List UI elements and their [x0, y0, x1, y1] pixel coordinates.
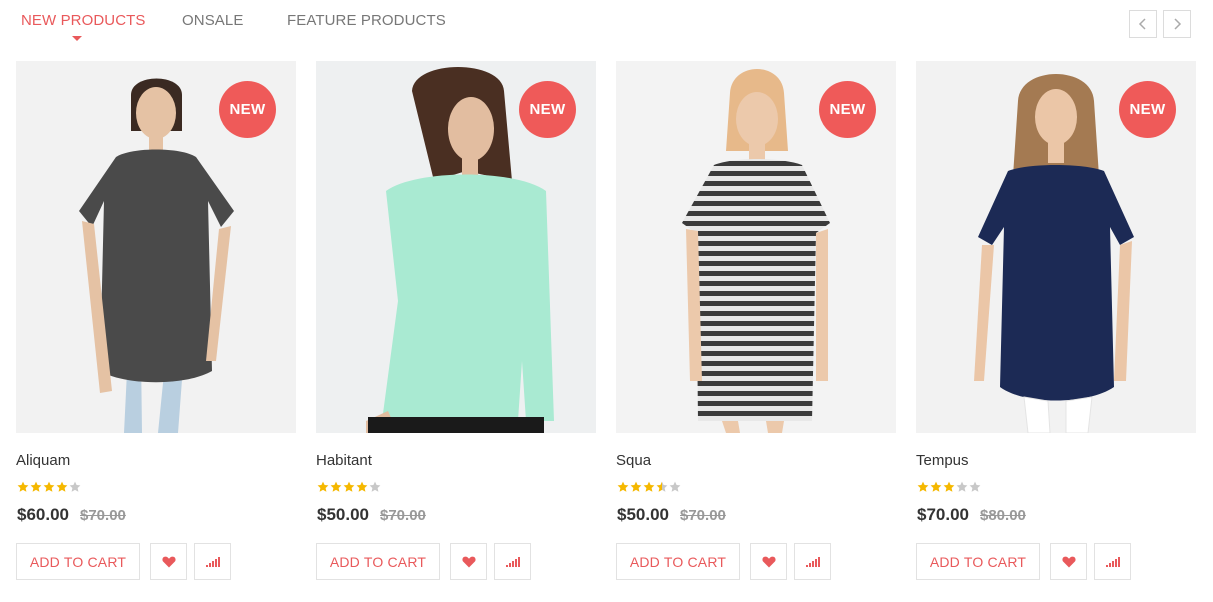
product-name[interactable]: Habitant: [316, 452, 372, 469]
wishlist-button[interactable]: [150, 543, 187, 580]
star-icon: [617, 481, 629, 492]
product-price: $60.00: [17, 505, 69, 524]
add-to-cart-button[interactable]: ADD TO CART: [616, 543, 740, 580]
star-icon: [330, 481, 342, 492]
star-icon: [43, 481, 55, 492]
star-icon: [656, 481, 668, 492]
new-badge: NEW: [1119, 81, 1176, 138]
product-old-price: $70.00: [380, 507, 426, 524]
bar-chart-icon: [505, 556, 520, 567]
star-icon: [917, 481, 929, 492]
product-price: $70.00: [917, 505, 969, 524]
heart-icon: [1061, 556, 1076, 567]
product-price: $50.00: [617, 505, 669, 524]
add-to-cart-button[interactable]: ADD TO CART: [16, 543, 140, 580]
star-icon: [56, 481, 68, 492]
product-grid: NEW Aliquam $60.00 $70.00 ADD TO CART NE…: [0, 0, 1213, 602]
heart-icon: [461, 556, 476, 567]
star-icon: [943, 481, 955, 492]
new-badge: NEW: [219, 81, 276, 138]
star-icon: [930, 481, 942, 492]
rating-stars: [617, 481, 681, 493]
product-name[interactable]: Tempus: [916, 452, 969, 469]
product-name[interactable]: Aliquam: [16, 452, 70, 469]
star-icon: [956, 481, 968, 492]
bar-chart-icon: [805, 556, 820, 567]
product-image[interactable]: NEW: [16, 61, 296, 433]
star-icon: [643, 481, 655, 492]
compare-button[interactable]: [1094, 543, 1131, 580]
add-to-cart-button[interactable]: ADD TO CART: [316, 543, 440, 580]
new-badge: NEW: [519, 81, 576, 138]
wishlist-button[interactable]: [1050, 543, 1087, 580]
compare-button[interactable]: [494, 543, 531, 580]
star-icon: [17, 481, 29, 492]
star-icon: [317, 481, 329, 492]
rating-stars: [317, 481, 381, 493]
product-card: NEW Tempus $70.00 $80.00 ADD TO CART: [916, 61, 1196, 591]
star-icon: [30, 481, 42, 492]
product-image[interactable]: NEW: [316, 61, 596, 433]
star-icon: [69, 481, 81, 492]
product-image[interactable]: NEW: [916, 61, 1196, 433]
bar-chart-icon: [1105, 556, 1120, 567]
add-to-cart-button[interactable]: ADD TO CART: [916, 543, 1040, 580]
star-icon: [669, 481, 681, 492]
product-name[interactable]: Squa: [616, 452, 651, 469]
new-badge: NEW: [819, 81, 876, 138]
star-icon: [343, 481, 355, 492]
bar-chart-icon: [205, 556, 220, 567]
product-price: $50.00: [317, 505, 369, 524]
heart-icon: [161, 556, 176, 567]
product-card: NEW Habitant $50.00 $70.00 ADD TO CART: [316, 61, 596, 591]
wishlist-button[interactable]: [750, 543, 787, 580]
star-icon: [369, 481, 381, 492]
product-old-price: $70.00: [80, 507, 126, 524]
rating-stars: [17, 481, 81, 493]
wishlist-button[interactable]: [450, 543, 487, 580]
compare-button[interactable]: [794, 543, 831, 580]
rating-stars: [917, 481, 981, 493]
star-icon: [630, 481, 642, 492]
product-card: NEW Aliquam $60.00 $70.00 ADD TO CART: [16, 61, 296, 591]
product-image[interactable]: NEW: [616, 61, 896, 433]
star-icon: [356, 481, 368, 492]
product-old-price: $70.00: [680, 507, 726, 524]
product-old-price: $80.00: [980, 507, 1026, 524]
compare-button[interactable]: [194, 543, 231, 580]
product-card: NEW Squa $50.00 $70.00 ADD TO CART: [616, 61, 896, 591]
heart-icon: [761, 556, 776, 567]
star-icon: [969, 481, 981, 492]
